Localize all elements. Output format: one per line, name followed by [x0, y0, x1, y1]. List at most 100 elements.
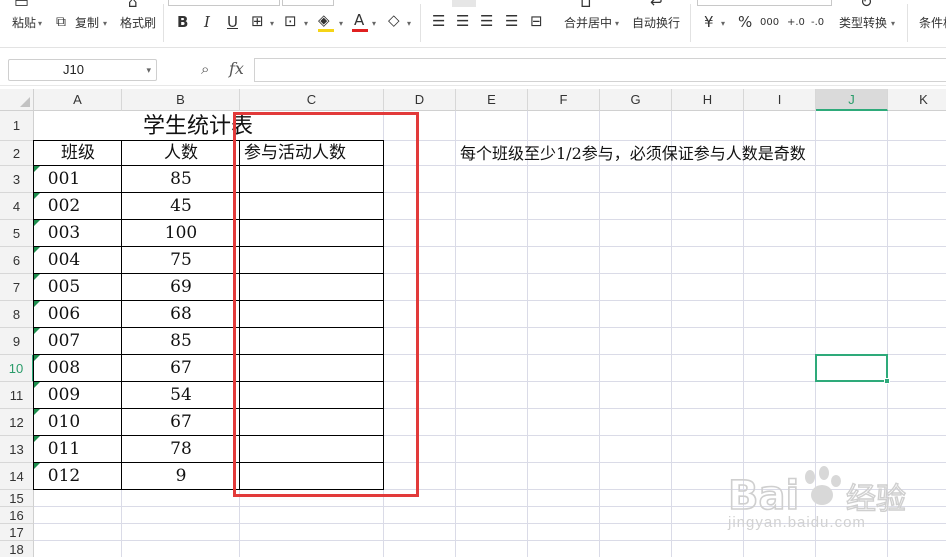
fill-color-dropdown-icon[interactable]: ▾	[339, 19, 343, 28]
student-count-cell[interactable]: 68	[122, 301, 240, 328]
student-count-cell[interactable]: 78	[122, 436, 240, 463]
cell-style-icon[interactable]: ⊡	[284, 13, 297, 29]
row-header-14[interactable]: 14	[0, 463, 34, 490]
format-painter-button[interactable]: 格式刷	[120, 16, 156, 30]
wrap-text-button[interactable]: 自动换行	[632, 16, 680, 30]
distributed-icon[interactable]: ⊟	[530, 13, 543, 29]
font-size-box[interactable]	[282, 0, 334, 6]
align-left-icon[interactable]: ☰	[432, 13, 445, 29]
bold-icon[interactable]: B	[177, 14, 188, 30]
thousands-icon[interactable]: 000	[760, 15, 779, 31]
font-color-dropdown-icon[interactable]: ▾	[372, 19, 376, 28]
fx-icon[interactable]: fx	[229, 59, 244, 78]
row-header-15[interactable]: 15	[0, 490, 34, 507]
student-count-cell[interactable]: 69	[122, 274, 240, 301]
participants-cell[interactable]	[240, 355, 384, 382]
percent-icon[interactable]: %	[738, 14, 752, 30]
column-header-e[interactable]: E	[456, 89, 528, 111]
increase-decimal-icon[interactable]: +.0	[787, 15, 805, 31]
select-all-corner[interactable]	[0, 89, 34, 111]
table-header-cell[interactable]: 参与活动人数	[240, 141, 384, 166]
column-header-f[interactable]: F	[528, 89, 600, 111]
align-right-icon[interactable]: ☰	[480, 13, 493, 29]
currency-dropdown-icon[interactable]: ▾	[721, 19, 725, 28]
decrease-decimal-icon[interactable]: -.0	[811, 15, 824, 31]
clear-format-icon[interactable]: ◇	[388, 12, 400, 28]
fill-handle[interactable]	[884, 378, 890, 384]
column-header-k[interactable]: K	[888, 89, 946, 111]
row-header-3[interactable]: 3	[0, 166, 34, 193]
column-header-c[interactable]: C	[240, 89, 384, 111]
formula-input[interactable]	[254, 58, 946, 82]
row-header-6[interactable]: 6	[0, 247, 34, 274]
class-id-cell[interactable]: 001	[34, 166, 122, 193]
class-id-cell[interactable]: 006	[34, 301, 122, 328]
column-header-g[interactable]: G	[600, 89, 672, 111]
type-convert-icon[interactable]: ↻	[860, 0, 873, 10]
participants-cell[interactable]	[240, 247, 384, 274]
row-header-13[interactable]: 13	[0, 436, 34, 463]
student-count-cell[interactable]: 67	[122, 409, 240, 436]
student-count-cell[interactable]: 45	[122, 193, 240, 220]
column-header-b[interactable]: B	[122, 89, 240, 111]
paste-icon[interactable]: ▭	[14, 0, 29, 10]
class-id-cell[interactable]: 008	[34, 355, 122, 382]
italic-icon[interactable]: I	[204, 14, 210, 30]
student-count-cell[interactable]: 9	[122, 463, 240, 490]
paste-dropdown-icon[interactable]: ▾	[38, 19, 42, 28]
class-id-cell[interactable]: 002	[34, 193, 122, 220]
participants-cell[interactable]	[240, 301, 384, 328]
active-cell-selection[interactable]	[815, 354, 888, 382]
student-count-cell[interactable]: 85	[122, 328, 240, 355]
borders-icon[interactable]: ⊞	[251, 13, 264, 29]
column-header-j[interactable]: J	[816, 89, 888, 111]
student-count-cell[interactable]: 67	[122, 355, 240, 382]
font-color-icon[interactable]: A	[354, 12, 364, 28]
merge-center-icon[interactable]: ⊔	[580, 0, 592, 10]
student-count-cell[interactable]: 100	[122, 220, 240, 247]
row-header-12[interactable]: 12	[0, 409, 34, 436]
participants-cell[interactable]	[240, 166, 384, 193]
participants-cell[interactable]	[240, 409, 384, 436]
sheet-title[interactable]: 学生统计表	[143, 112, 253, 142]
participants-cell[interactable]	[240, 436, 384, 463]
class-id-cell[interactable]: 003	[34, 220, 122, 247]
participants-cell[interactable]	[240, 274, 384, 301]
table-header-cell[interactable]: 班级	[34, 141, 122, 166]
format-painter-icon[interactable]: ⌂	[128, 0, 138, 10]
class-id-cell[interactable]: 004	[34, 247, 122, 274]
copy-icon[interactable]: ⧉	[56, 14, 66, 30]
row-header-1[interactable]: 1	[0, 111, 34, 141]
row-header-10[interactable]: 10	[0, 355, 34, 382]
copy-dropdown-icon[interactable]: ▾	[103, 19, 107, 28]
paste-button[interactable]: 粘贴	[12, 16, 36, 30]
column-header-i[interactable]: I	[744, 89, 816, 111]
class-id-cell[interactable]: 007	[34, 328, 122, 355]
row-header-11[interactable]: 11	[0, 382, 34, 409]
participants-cell[interactable]	[240, 193, 384, 220]
currency-icon[interactable]: ¥	[704, 14, 714, 30]
class-id-cell[interactable]: 010	[34, 409, 122, 436]
clear-format-dropdown-icon[interactable]: ▾	[407, 19, 411, 28]
align-center-icon[interactable]: ☰	[456, 13, 469, 29]
student-count-cell[interactable]: 75	[122, 247, 240, 274]
font-name-box[interactable]	[168, 0, 280, 6]
wrap-text-icon[interactable]: ↩	[650, 0, 663, 10]
cell-style-dropdown-icon[interactable]: ▾	[304, 19, 308, 28]
row-header-8[interactable]: 8	[0, 301, 34, 328]
name-box-dropdown-icon[interactable]: ▾	[146, 60, 151, 80]
participants-cell[interactable]	[240, 328, 384, 355]
participants-cell[interactable]	[240, 220, 384, 247]
column-header-d[interactable]: D	[384, 89, 456, 111]
row-header-16[interactable]: 16	[0, 507, 34, 524]
borders-dropdown-icon[interactable]: ▾	[270, 19, 274, 28]
row-header-18[interactable]: 18	[0, 541, 34, 557]
student-count-cell[interactable]: 85	[122, 166, 240, 193]
row-header-9[interactable]: 9	[0, 328, 34, 355]
merge-center-button[interactable]: 合并居中	[564, 16, 612, 30]
participants-cell[interactable]	[240, 382, 384, 409]
student-count-cell[interactable]: 54	[122, 382, 240, 409]
merge-center-dropdown-icon[interactable]: ▾	[615, 19, 619, 28]
class-id-cell[interactable]: 012	[34, 463, 122, 490]
row-header-2[interactable]: 2	[0, 141, 34, 166]
